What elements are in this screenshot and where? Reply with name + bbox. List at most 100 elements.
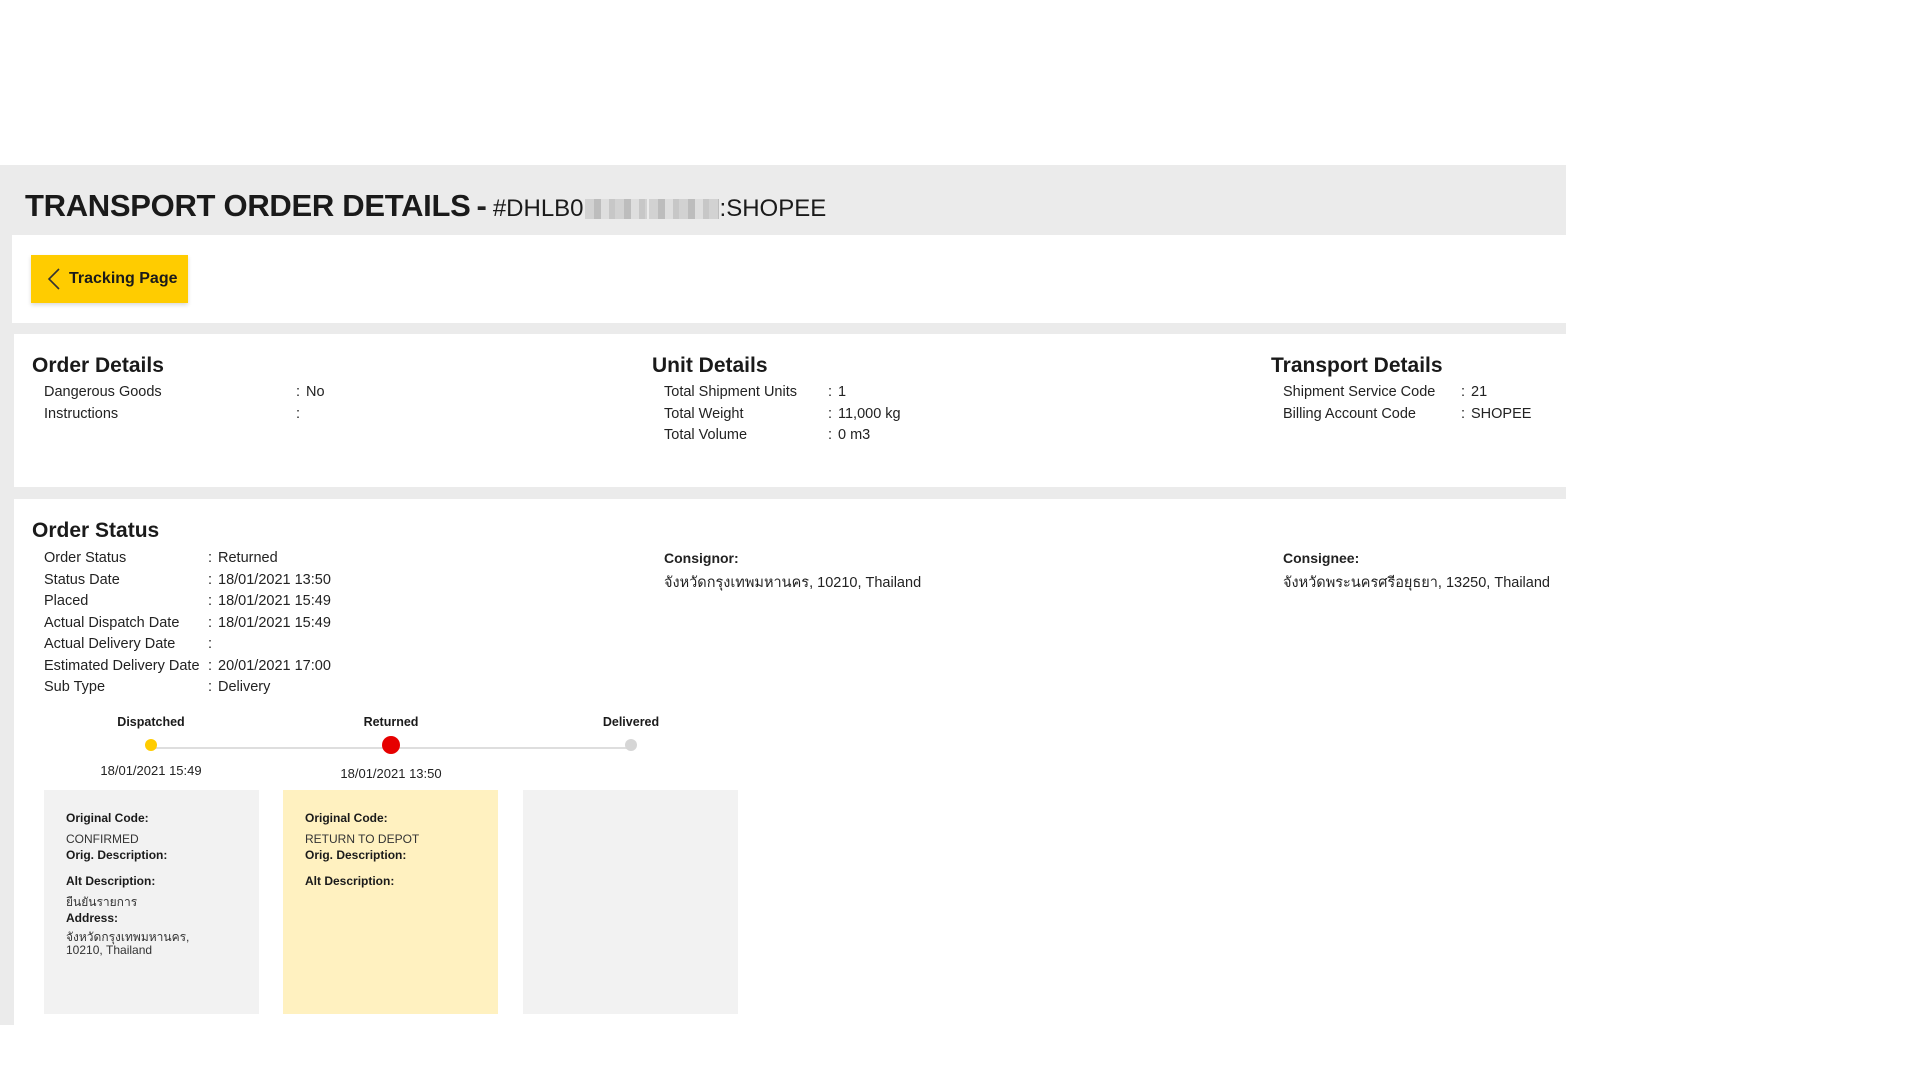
- kv-row: Actual Delivery Date:: [44, 634, 331, 656]
- event-card-returned: Original Code: RETURN TO DEPOT Orig. Des…: [283, 790, 498, 1014]
- kv-label: Status Date: [44, 571, 120, 588]
- status-timeline: Dispatched 18/01/2021 15:49 Returned 18/…: [44, 715, 744, 785]
- kv-separator: :: [296, 384, 301, 400]
- kv-row: Total Shipment Units:1: [664, 382, 901, 404]
- kv-row: Status Date:18/01/2021 13:50: [44, 570, 331, 592]
- event-alt-description: ยืนยันรายการ: [66, 895, 138, 909]
- kv-separator: :: [208, 657, 213, 674]
- order-status-list: Order Status: Returned Status Date:18/01/…: [44, 548, 331, 699]
- page-title: TRANSPORT ORDER DETAILS: [25, 188, 471, 223]
- event-original-code-label: Original Code:: [66, 811, 149, 825]
- order-id-prefix: #DHLB0: [492, 195, 584, 222]
- kv-row: Estimated Delivery Date:20/01/2021 17:00: [44, 656, 331, 678]
- kv-value: 20/01/2021 17:00: [218, 657, 331, 674]
- kv-separator: :: [208, 636, 213, 652]
- kv-separator: :: [208, 550, 213, 566]
- kv-value: 18/01/2021 13:50: [218, 571, 331, 588]
- unit-details-list: Total Shipment Units:1 Total Weight:11,0…: [664, 382, 901, 447]
- kv-label: Actual Dispatch Date: [44, 614, 180, 631]
- order-details-title: Order Details: [32, 354, 164, 377]
- event-alt-description-label: Alt Description:: [305, 874, 395, 888]
- kv-separator: :: [828, 405, 833, 422]
- kv-separator: :: [296, 405, 301, 422]
- kv-separator: :: [828, 427, 833, 443]
- kv-row: Placed:18/01/2021 15:49: [44, 591, 331, 613]
- kv-label: Actual Delivery Date: [44, 636, 176, 652]
- transport-details-title: Transport Details: [1271, 354, 1443, 377]
- kv-label: Sub Type: [44, 679, 106, 695]
- kv-separator: :: [208, 571, 213, 588]
- nav-strip: [12, 235, 1566, 323]
- event-original-code: CONFIRMED: [66, 832, 139, 846]
- timeline-step-name: Dispatched: [117, 715, 185, 729]
- timeline-step-name: Returned: [363, 715, 419, 729]
- title-dash: -: [476, 188, 487, 223]
- order-id-suffix: :SHOPEE: [719, 195, 827, 222]
- event-original-code: RETURN TO DEPOT: [305, 832, 420, 846]
- kv-row: Sub Type: Delivery: [44, 677, 331, 699]
- kv-separator: :: [208, 593, 213, 609]
- order-status-title: Order Status: [32, 519, 160, 542]
- kv-row: Billing Account Code: SHOPEE: [1283, 404, 1531, 426]
- page-header: TRANSPORT ORDER DETAILS - #DHLB0 :SHOPEE: [25, 188, 826, 224]
- consignee-address: จังหวัดพระนครศรีอยุธยา, 13250, Thailand: [1283, 575, 1550, 591]
- event-alt-description-label: Alt Description:: [66, 874, 156, 888]
- timeline-step-delivered: Delivered: [551, 715, 711, 763]
- event-address: จังหวัดกรุงเทพมหานคร, 10210, Thailand: [66, 930, 190, 957]
- redacted-id-part: [648, 199, 719, 219]
- kv-separator: :: [208, 614, 213, 631]
- kv-value: 21: [1471, 384, 1488, 400]
- event-orig-description-label: Orig. Description:: [66, 848, 168, 862]
- kv-separator: :: [208, 679, 213, 695]
- kv-label: Instructions: [44, 405, 119, 422]
- kv-value: 18/01/2021 15:49: [218, 614, 331, 631]
- kv-row: Actual Dispatch Date:18/01/2021 15:49: [44, 613, 331, 635]
- kv-row: Total Volume:0 m3: [664, 425, 901, 447]
- tracking-page-label: Tracking Page: [69, 270, 178, 287]
- timeline-dot-done: [145, 739, 157, 751]
- timeline-step-date: 18/01/2021 13:50: [340, 766, 442, 781]
- transport-details-list: Shipment Service Code:21 Billing Account…: [1283, 382, 1531, 425]
- kv-value: 18/01/2021 15:49: [218, 593, 331, 609]
- consignor-address: จังหวัดกรุงเทพมหานคร, 10210, Thailand: [664, 575, 922, 591]
- kv-label: Dangerous Goods: [44, 384, 162, 400]
- consignee-label: Consignee:: [1283, 550, 1360, 566]
- kv-value: Delivery: [218, 679, 271, 695]
- unit-details-title: Unit Details: [652, 354, 768, 377]
- timeline-step-returned: Returned 18/01/2021 13:50: [311, 715, 471, 781]
- timeline-step-dispatched: Dispatched 18/01/2021 15:49: [71, 715, 231, 778]
- order-id: #DHLB0 :SHOPEE: [493, 195, 826, 223]
- kv-row: Shipment Service Code:21: [1283, 382, 1531, 404]
- event-original-code-label: Original Code:: [305, 811, 388, 825]
- consignor-label: Consignor:: [664, 550, 739, 566]
- timeline-step-name: Delivered: [602, 715, 660, 729]
- kv-separator: :: [828, 384, 833, 400]
- kv-label: Billing Account Code: [1283, 405, 1416, 422]
- tracking-page-button[interactable]: Tracking Page: [31, 255, 188, 303]
- timeline-dot-current: [382, 736, 400, 754]
- kv-value: No: [306, 384, 325, 400]
- kv-label: Shipment Service Code: [1283, 384, 1436, 400]
- kv-label: Estimated Delivery Date: [44, 657, 200, 674]
- kv-row: Dangerous Goods: No: [44, 382, 325, 404]
- kv-label: Total Weight: [664, 405, 744, 422]
- chevron-left-icon: [47, 268, 60, 290]
- redacted-id-part: [584, 199, 647, 219]
- event-card-delivered: [523, 790, 738, 1014]
- kv-value: 1: [838, 384, 847, 400]
- kv-value: SHOPEE: [1471, 405, 1532, 422]
- event-orig-description-label: Orig. Description:: [305, 848, 407, 862]
- order-details-list: Dangerous Goods: No Instructions:: [44, 382, 325, 425]
- kv-label: Placed: [44, 593, 89, 609]
- kv-row: Order Status: Returned: [44, 548, 331, 570]
- kv-row: Instructions:: [44, 404, 325, 426]
- timeline-step-date: 18/01/2021 15:49: [100, 763, 202, 778]
- kv-value: 11,000 kg: [838, 405, 901, 422]
- kv-value: Returned: [218, 550, 278, 566]
- kv-label: Total Shipment Units: [664, 384, 797, 400]
- kv-label: Order Status: [44, 550, 127, 566]
- kv-row: Total Weight:11,000 kg: [664, 404, 901, 426]
- event-address-label: Address:: [66, 911, 119, 925]
- kv-value: 0 m3: [838, 427, 871, 443]
- kv-label: Total Volume: [664, 427, 748, 443]
